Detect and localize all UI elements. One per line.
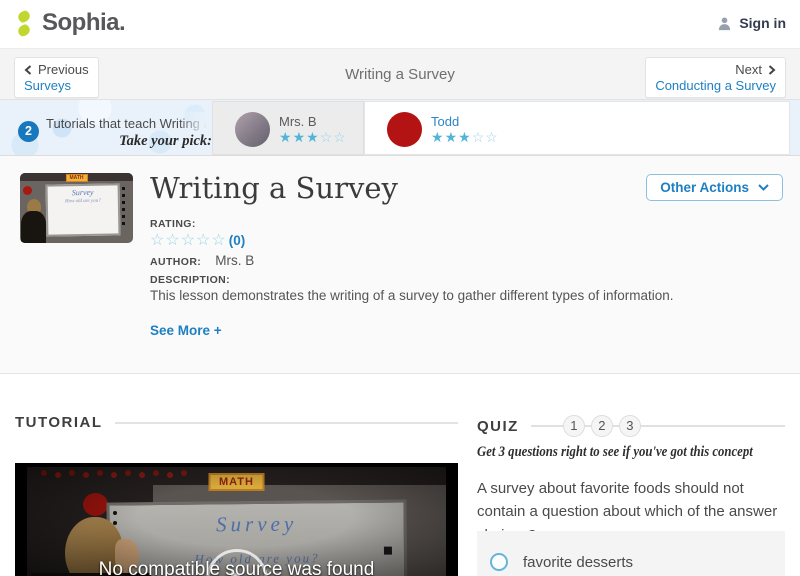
other-actions-button[interactable]: Other Actions	[646, 174, 783, 201]
person-icon	[717, 16, 732, 31]
previous-label: Previous	[38, 62, 89, 77]
author-name: Mrs. B	[215, 253, 255, 268]
chevron-left-icon	[24, 64, 32, 75]
tutorial-video-player[interactable]: MATH Survey How old are you? No compatib…	[15, 463, 458, 576]
thumbnail-board-title: Survey	[71, 187, 94, 198]
chevron-down-icon	[758, 184, 769, 191]
other-actions-label: Other Actions	[660, 180, 749, 195]
tutorial-heading: TUTORIAL	[15, 414, 103, 431]
thumbnail-board-question: How old are you?	[64, 198, 101, 205]
sophia-leaf-icon	[12, 9, 36, 38]
answer-option-label: favorite desserts	[523, 553, 634, 571]
top-header: Sophia. Sign in	[0, 0, 800, 48]
tutor-rating-stars: ★★★☆☆	[279, 129, 347, 145]
quiz-tagline: Get 3 questions right to see if you've g…	[477, 444, 753, 460]
thumbnail-math-sign: MATH	[65, 174, 88, 182]
chevron-right-icon	[768, 64, 776, 75]
sophia-logo[interactable]: Sophia.	[12, 8, 126, 38]
tutors-banner: 2 Tutorials that teach Writing a Su Take…	[0, 100, 800, 156]
thumbnail-teacher-body	[21, 211, 46, 243]
author-row: AUTHOR: Mrs. B	[150, 253, 254, 268]
banner-heading-fade	[178, 112, 212, 134]
next-lesson-button[interactable]: Next Conducting a Survey	[645, 57, 786, 98]
rating-label: RATING:	[150, 218, 196, 230]
quiz-step-2: 2	[590, 415, 613, 437]
quiz-section-header: QUIZ 1 2 3	[477, 414, 785, 438]
sign-in-button[interactable]: Sign in	[717, 15, 786, 31]
lesson-thumbnail[interactable]: MATH Survey How old are you?	[20, 173, 133, 243]
thumbnail-board-markers	[122, 187, 125, 190]
lesson-navbar: Writing a Survey Previous Surveys Next C…	[0, 48, 800, 100]
lower-section: TUTORIAL MATH Survey How old are you?	[0, 374, 800, 576]
sign-in-label: Sign in	[739, 15, 786, 31]
banner-tagline: Take your pick:	[119, 133, 212, 149]
tutor-rating-stars: ★★★☆☆	[431, 129, 499, 145]
tutor-card-todd[interactable]: Todd ★★★☆☆	[364, 101, 790, 155]
tutorial-section-header: TUTORIAL	[15, 414, 458, 431]
tutorial-heading-rule	[114, 421, 458, 424]
quiz-step-3: 3	[618, 415, 641, 437]
video-error-message: No compatible source was found	[98, 559, 375, 576]
quiz-heading: QUIZ	[477, 417, 519, 435]
tutor-name: Todd	[431, 114, 460, 129]
tutorial-count-badge: 2	[18, 121, 39, 142]
description-label: DESCRIPTION:	[150, 274, 231, 286]
previous-target-link[interactable]: Surveys	[24, 78, 89, 93]
todd-avatar	[387, 112, 422, 147]
page: Sophia. Sign in Writing a Survey Previou…	[0, 0, 800, 576]
description-text: This lesson demonstrates the writing of …	[150, 288, 674, 303]
rating-count-link[interactable]: (0)	[229, 233, 246, 248]
previous-lesson-button[interactable]: Previous Surveys	[14, 57, 99, 98]
next-label: Next	[735, 62, 762, 77]
radio-button[interactable]	[490, 553, 508, 571]
quiz-answer-option[interactable]: favorite desserts	[477, 531, 785, 576]
thumbnail-apple-decoration	[23, 186, 32, 195]
thumbnail-whiteboard: Survey How old are you?	[45, 183, 121, 237]
tutor-card-mrs-b[interactable]: Mrs. B ★★★☆☆	[212, 101, 364, 155]
author-label: AUTHOR:	[150, 256, 202, 268]
lesson-rating-stars: ☆☆☆☆☆	[150, 232, 227, 249]
logo-wordmark: Sophia.	[42, 9, 126, 36]
lesson-rating-row: ☆☆☆☆☆ (0)	[150, 230, 245, 250]
see-more-link[interactable]: See More +	[150, 323, 222, 338]
mrs-b-avatar	[235, 112, 270, 147]
quiz-steps: 1 2 3	[530, 414, 785, 438]
next-target-link[interactable]: Conducting a Survey	[655, 78, 776, 93]
quiz-step-1: 1	[562, 415, 585, 437]
lesson-page-title: Writing a Survey	[150, 171, 398, 205]
tutor-name: Mrs. B	[279, 114, 317, 129]
lesson-info-section: MATH Survey How old are you? Writing a S…	[0, 156, 800, 374]
